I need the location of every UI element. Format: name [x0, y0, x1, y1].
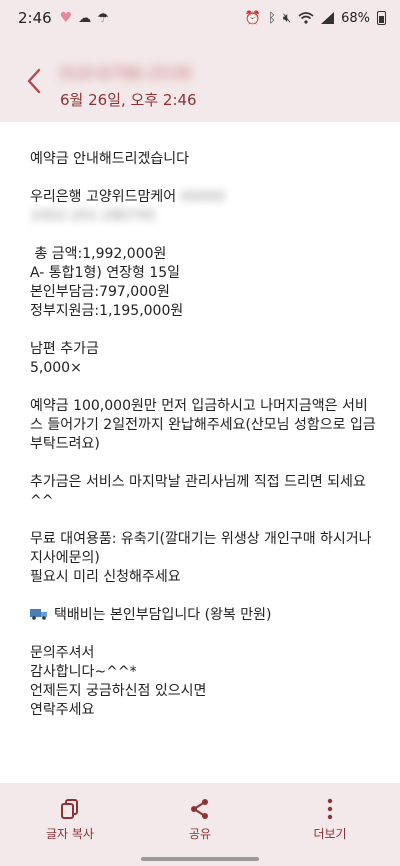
- message-line: 예약금 100,000원만 먼저 입금하시고 나머지금액은 서비스 들어가기 2…: [30, 398, 376, 452]
- message-line: 5,000×: [30, 360, 82, 376]
- signal-icon: [321, 12, 335, 24]
- status-bar: 2:46 ♥ ☁ ☂ ⏰ ᛒ 🔇︎ 68%: [0, 0, 400, 36]
- message-line: 예약금 안내해드리겠습니다: [30, 151, 190, 167]
- message-line: 남편 추가금: [30, 341, 99, 357]
- back-button[interactable]: [22, 64, 48, 98]
- status-time: 2:46: [18, 9, 52, 27]
- chevron-left-icon: [27, 68, 41, 94]
- share-label: 공유: [188, 827, 212, 841]
- message-timestamp: 6월 26일, 오후 2:46: [60, 91, 197, 109]
- redacted-account-number: 1002-201-280745: [30, 208, 156, 224]
- notification-icons: ♥ ☁ ☂: [60, 10, 109, 26]
- mute-icon: 🔇︎: [282, 10, 292, 26]
- copy-text-button[interactable]: 글자 복사: [15, 793, 125, 847]
- heart-icon: ♥: [59, 10, 73, 26]
- message-line: 정부지원금:1,195,000원: [30, 303, 184, 319]
- share-button[interactable]: 공유: [145, 793, 255, 847]
- message-body[interactable]: 예약금 안내해드리겠습니다 우리은행 고양위드맘케어 00000 1002-20…: [30, 150, 380, 720]
- sender-number: 010-6796-2539: [60, 64, 192, 84]
- delivery-truck-icon: [30, 609, 47, 620]
- message-line: 추가금은 서비스 마지막날 관리사님께 직접 드리면 되세요^^: [30, 474, 366, 509]
- bottom-action-bar: 글자 복사 공유 더보기: [0, 783, 400, 866]
- bank-info: 우리은행 고양위드맘케어: [30, 189, 177, 205]
- more-vertical-icon: [327, 798, 333, 820]
- message-line: 총 금액:1,992,000원: [30, 246, 167, 262]
- message-header: 010-6796-2539 6월 26일, 오후 2:46: [0, 36, 400, 122]
- message-line: 감사합니다~^^*: [30, 664, 137, 680]
- battery-percent: 68%: [341, 10, 370, 26]
- message-line: 무료 대여용품: 유축기(깔대기는 위생상 개인구매 하시거나 지사에문의): [30, 531, 372, 566]
- more-button[interactable]: 더보기: [275, 793, 385, 847]
- share-icon: [191, 799, 208, 819]
- message-line: 문의주셔서: [30, 645, 95, 661]
- redacted-name: 00000: [180, 189, 226, 205]
- wifi-icon: [298, 12, 314, 24]
- bluetooth-icon: ᛒ: [268, 10, 276, 26]
- cloud-icon: ☂: [97, 10, 109, 26]
- message-line: 필요시 미리 신청해주세요: [30, 569, 181, 585]
- system-icons: ⏰ ᛒ 🔇︎ 68%: [245, 11, 386, 26]
- more-label: 더보기: [313, 827, 347, 841]
- copy-icon: [61, 799, 78, 819]
- delivery-fee-text: 택배비는 본인부담입니다 (왕복 만원): [54, 607, 272, 623]
- battery-icon: [377, 11, 386, 25]
- message-line: 택배비는 본인부담입니다 (왕복 만원): [30, 606, 380, 625]
- weather-icon: ☁: [78, 10, 92, 26]
- message-line: 언제든지 궁금하신점 있으시면: [30, 683, 207, 699]
- message-line: 우리은행 고양위드맘케어 00000: [30, 188, 380, 207]
- home-indicator[interactable]: [141, 857, 259, 861]
- message-line: 본인부담금:797,000원: [30, 284, 170, 300]
- message-line: A- 통합1형) 연장형 15일: [30, 265, 181, 281]
- message-line: 연락주세요: [30, 702, 95, 718]
- alarm-icon: ⏰: [244, 10, 262, 26]
- copy-label: 글자 복사: [46, 827, 94, 841]
